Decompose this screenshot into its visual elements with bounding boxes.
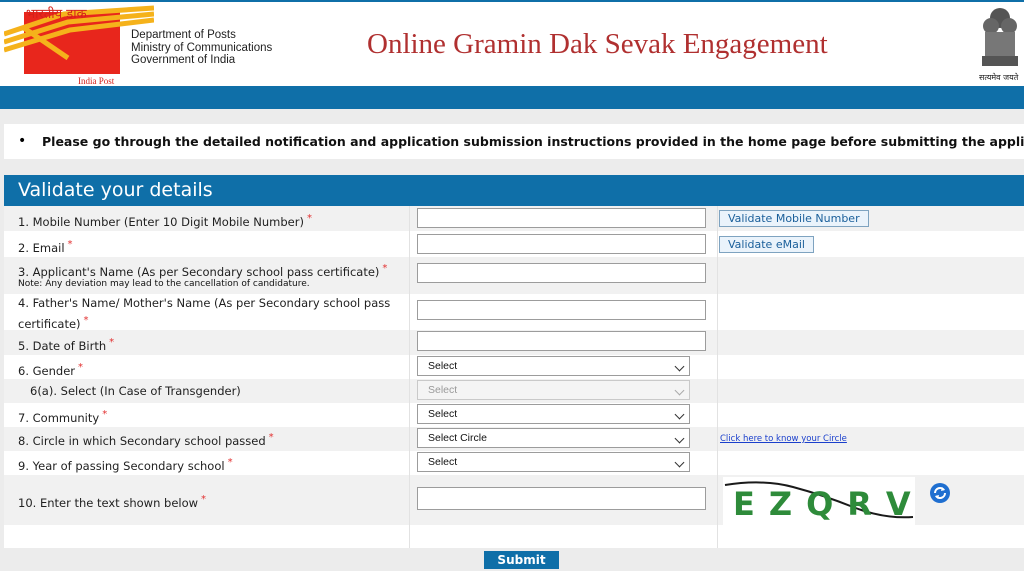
- chevron-down-icon: [674, 385, 685, 396]
- validate-mobile-button[interactable]: Validate Mobile Number: [719, 210, 869, 227]
- spacer-row: [4, 525, 1024, 548]
- captcha-label: 10. Enter the text shown below *: [18, 494, 207, 510]
- chevron-down-icon: [674, 457, 685, 468]
- circle-select[interactable]: Select Circle: [417, 428, 690, 448]
- gender-label: 6. Gender *: [18, 362, 84, 378]
- required-mark: *: [306, 213, 312, 224]
- dob-label: 5. Date of Birth *: [18, 337, 115, 353]
- gender-row: 6. Gender * Select: [4, 355, 1024, 379]
- email-input[interactable]: [417, 234, 706, 254]
- dob-row: 5. Date of Birth *: [4, 330, 1024, 355]
- circle-row: 8. Circle in which Secondary school pass…: [4, 427, 1024, 451]
- logo-caption: India Post: [78, 76, 115, 86]
- page-title: Online Gramin Dak Sevak Engagement: [367, 28, 828, 60]
- logo-hindi-text: भारतीय डाक: [26, 6, 88, 22]
- year-label: 9. Year of passing Secondary school *: [18, 457, 233, 473]
- community-row: 7. Community * Select: [4, 403, 1024, 427]
- mobile-input[interactable]: [417, 208, 706, 228]
- chevron-down-icon: [674, 433, 685, 444]
- section-title: Validate your details: [18, 179, 213, 201]
- required-mark: *: [83, 315, 89, 326]
- community-label: 7. Community *: [18, 409, 108, 425]
- mobile-label: 1. Mobile Number (Enter 10 Digit Mobile …: [18, 213, 312, 229]
- dept-line-2: Ministry of Communications: [131, 41, 273, 54]
- validate-email-button[interactable]: Validate eMail: [719, 236, 814, 253]
- submit-button[interactable]: Submit: [484, 551, 559, 569]
- year-select[interactable]: Select: [417, 452, 690, 472]
- know-circle-link[interactable]: Click here to know your Circle: [720, 434, 847, 444]
- captcha-input[interactable]: [417, 487, 706, 510]
- applicant-name-row: 3. Applicant's Name (As per Secondary sc…: [4, 257, 1024, 294]
- captcha-text: EZQRV: [733, 485, 915, 523]
- dept-line-1: Department of Posts: [131, 29, 236, 41]
- gender-select[interactable]: Select: [417, 356, 690, 376]
- notice-text: Please go through the detailed notificat…: [42, 134, 1024, 149]
- mobile-row: 1. Mobile Number (Enter 10 Digit Mobile …: [4, 206, 1024, 231]
- required-mark: *: [102, 409, 108, 420]
- required-mark: *: [109, 337, 115, 348]
- captcha-image: EZQRV: [723, 477, 915, 525]
- site-header: भारतीय डाक India Post Department of Post…: [0, 2, 1024, 86]
- required-mark: *: [382, 263, 388, 274]
- chevron-down-icon: [674, 409, 685, 420]
- applicant-name-label: 3. Applicant's Name (As per Secondary sc…: [18, 263, 388, 279]
- refresh-icon[interactable]: [929, 482, 951, 504]
- dept-line-3: Government of India: [131, 54, 236, 66]
- emblem-caption: सत्यमेव जयते: [979, 72, 1019, 82]
- department-block: Department of Posts Ministry of Communic…: [131, 29, 272, 67]
- email-label: 2. Email *: [18, 239, 73, 255]
- header-bar: [0, 86, 1024, 109]
- chevron-down-icon: [674, 361, 685, 372]
- notice-box: • Please go through the detailed notific…: [4, 124, 1024, 159]
- required-mark: *: [67, 239, 73, 250]
- transgender-label: 6(a). Select (In Case of Transgender): [30, 384, 241, 398]
- circle-label: 8. Circle in which Secondary school pass…: [18, 432, 274, 448]
- community-select[interactable]: Select: [417, 404, 690, 424]
- notice-bullet: •: [18, 133, 27, 149]
- transgender-select[interactable]: Select: [417, 380, 690, 400]
- required-mark: *: [227, 457, 233, 468]
- parent-name-row: 4. Father's Name/ Mother's Name (As per …: [4, 294, 1024, 331]
- parent-name-label: 4. Father's Name/ Mother's Name (As per …: [18, 296, 391, 331]
- required-mark: *: [201, 494, 207, 505]
- dob-input[interactable]: [417, 331, 706, 351]
- parent-name-input[interactable]: [417, 300, 706, 320]
- transgender-row: 6(a). Select (In Case of Transgender) Se…: [4, 379, 1024, 403]
- section-header: Validate your details: [4, 175, 1024, 206]
- year-row: 9. Year of passing Secondary school * Sel…: [4, 451, 1024, 475]
- required-mark: *: [268, 432, 274, 443]
- email-row: 2. Email * Validate eMail: [4, 231, 1024, 257]
- required-mark: *: [78, 362, 84, 373]
- applicant-name-input[interactable]: [417, 263, 706, 283]
- applicant-name-note: Note: Any deviation may lead to the canc…: [18, 279, 310, 289]
- national-emblem: सत्यमेव जयते: [979, 8, 1019, 82]
- captcha-row: 10. Enter the text shown below * EZQRV: [4, 475, 1024, 525]
